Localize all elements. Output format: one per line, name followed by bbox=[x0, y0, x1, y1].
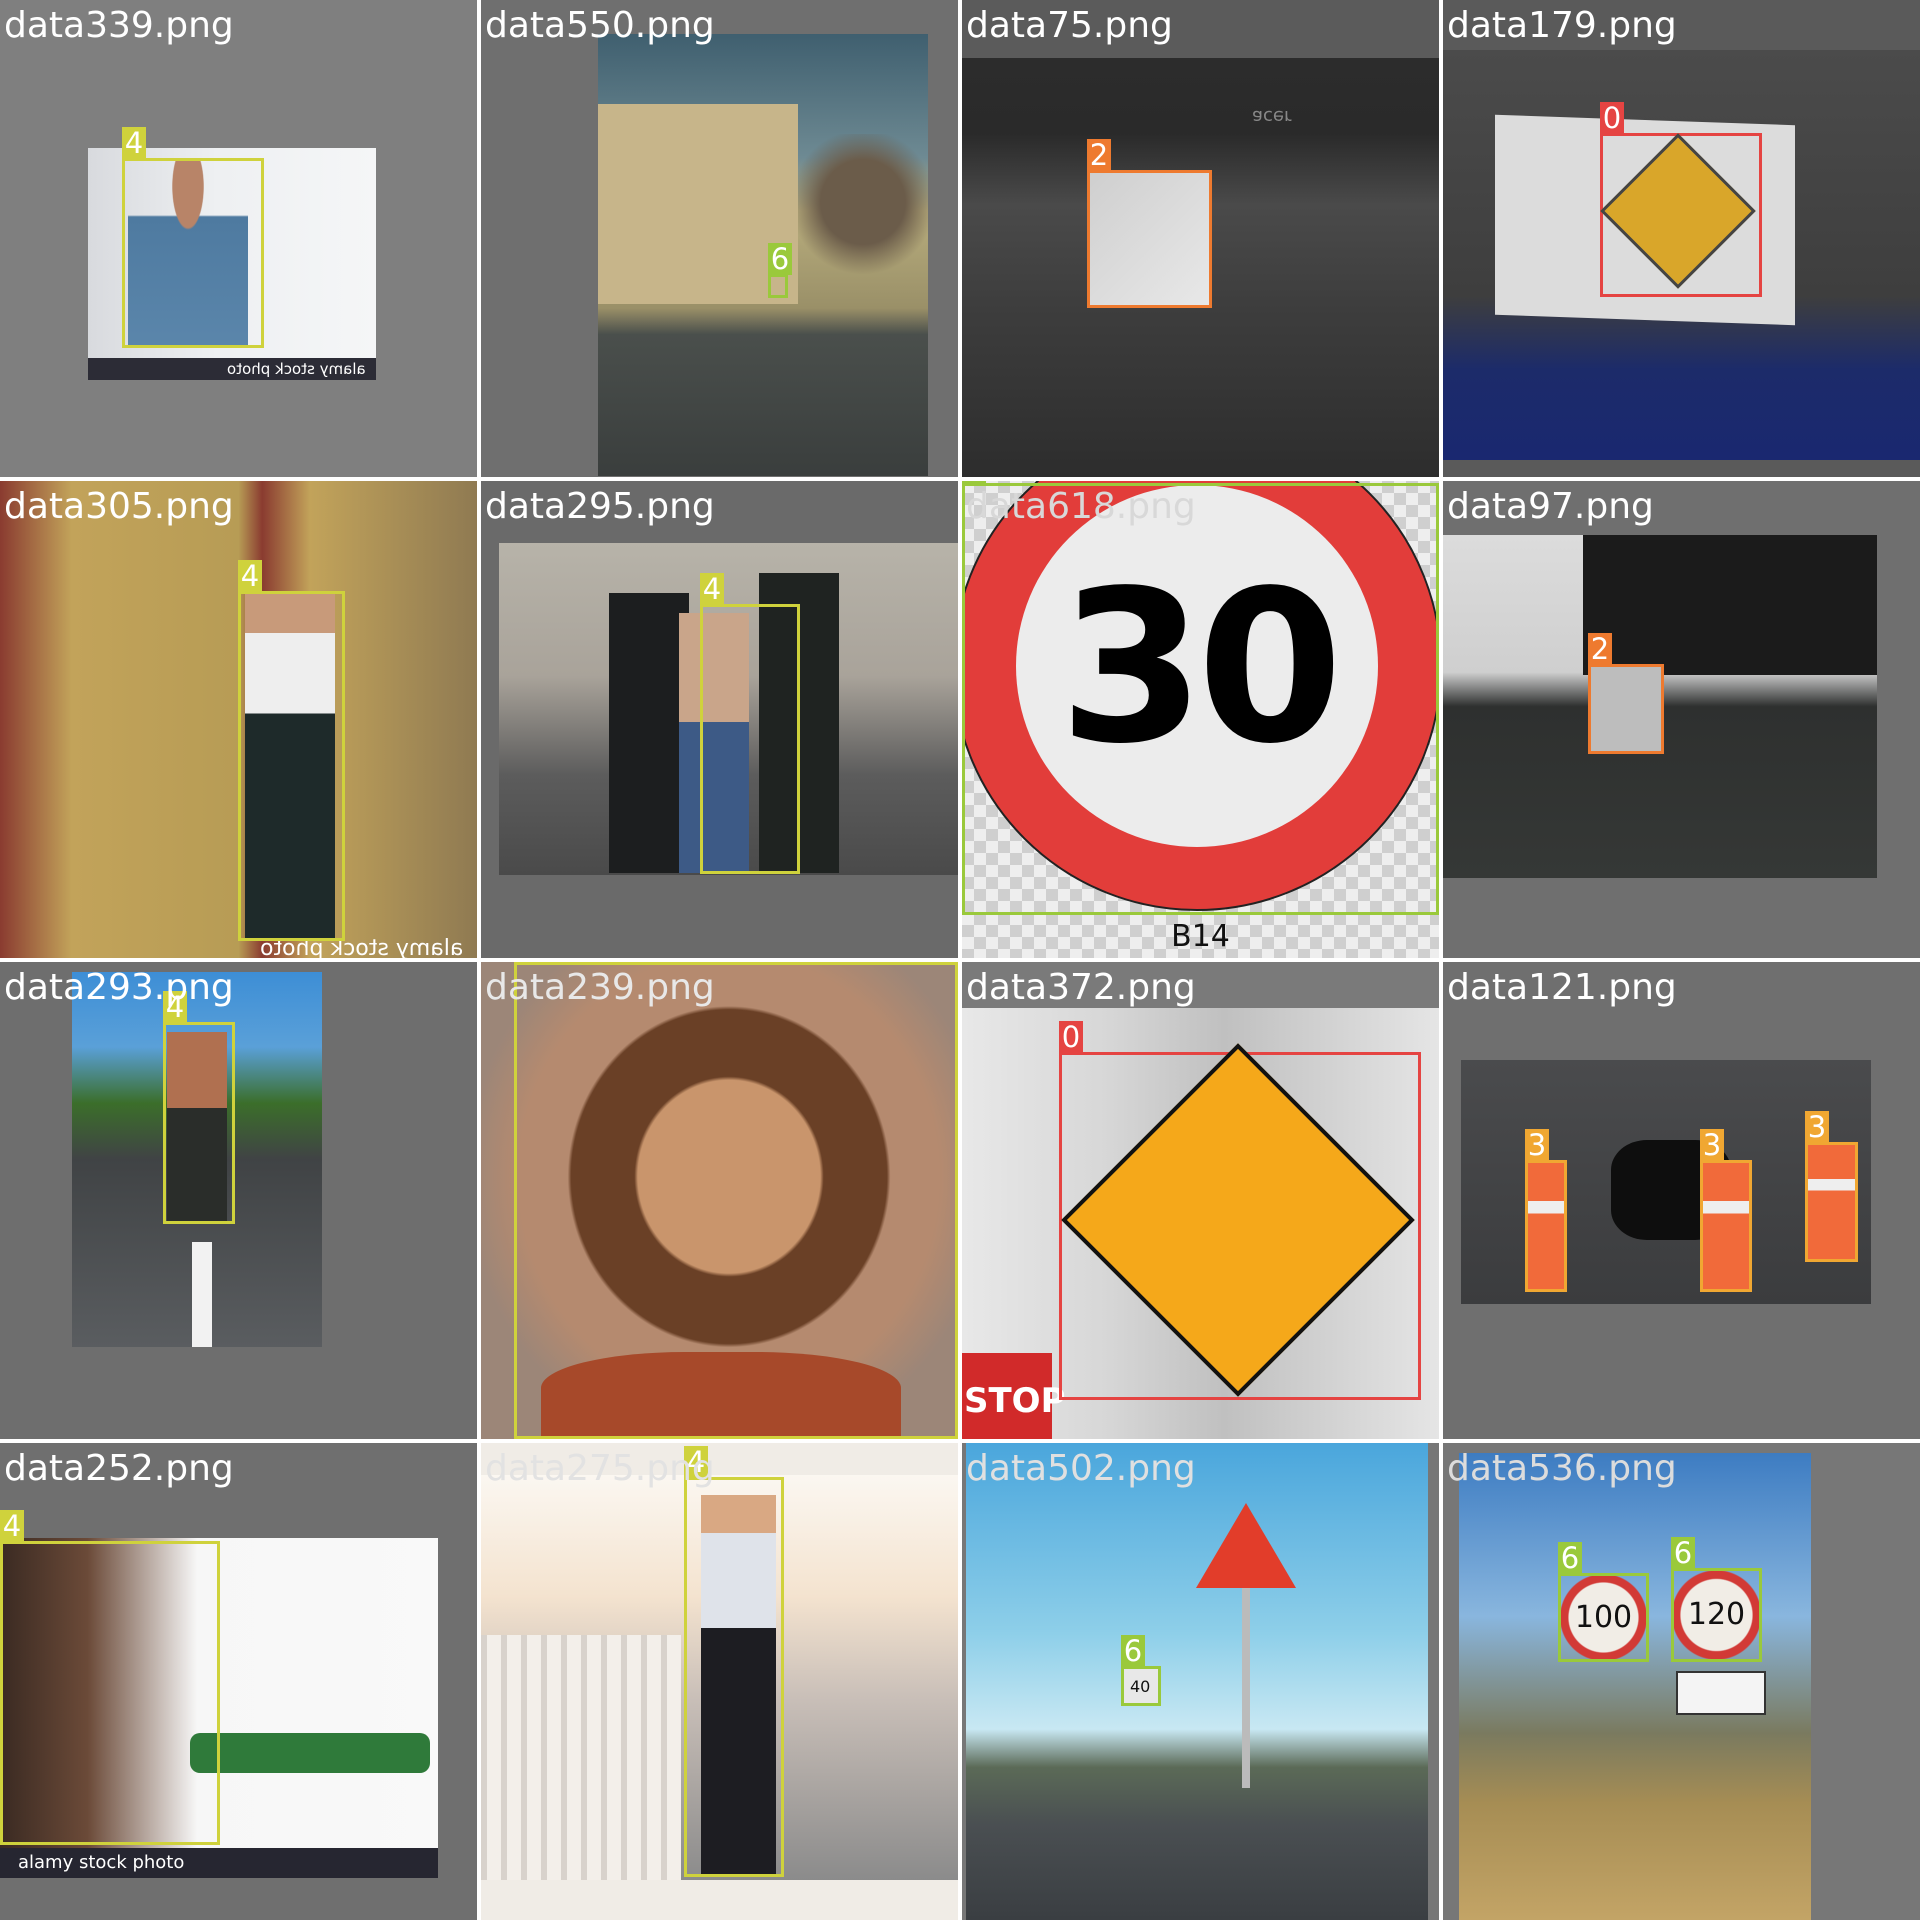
detection-box: 2 bbox=[1087, 139, 1212, 308]
detection-box: 3 bbox=[1700, 1129, 1752, 1292]
tile-filename: data305.png bbox=[4, 486, 234, 527]
detection-box: 6 bbox=[962, 481, 1439, 915]
tile-photo bbox=[966, 1443, 1428, 1920]
detection-box: 4 bbox=[0, 1510, 220, 1845]
detection-label: 3 bbox=[1805, 1111, 1829, 1143]
detection-box: 4 bbox=[122, 127, 264, 348]
officer-figure bbox=[609, 593, 689, 873]
tile-filename: data75.png bbox=[966, 5, 1173, 46]
tile-filename: data550.png bbox=[485, 5, 715, 46]
detection-box: 6 100 bbox=[1558, 1542, 1649, 1662]
warning-triangle-icon bbox=[1196, 1503, 1296, 1588]
brand-text: acer bbox=[1252, 106, 1292, 127]
detection-label: 3 bbox=[1700, 1129, 1724, 1161]
tile-data550: 6 data550.png bbox=[481, 0, 958, 477]
tile-data339: alamy stock photo 4 data339.png bbox=[0, 0, 477, 477]
detection-box: 4 bbox=[163, 991, 235, 1224]
stop-text: STOP bbox=[964, 1381, 1066, 1421]
tile-filename: data97.png bbox=[1447, 486, 1654, 527]
stop-sign-icon: STOP bbox=[962, 1353, 1066, 1439]
tile-data252: alamy stock photo 4 data252.png bbox=[0, 1443, 477, 1920]
tile-photo bbox=[598, 34, 928, 476]
tile-data295: 4 data295.png bbox=[481, 481, 958, 958]
tile-data502: 6 40 data502.png bbox=[962, 1443, 1439, 1920]
tile-filename: data372.png bbox=[966, 967, 1196, 1008]
detection-label: 4 bbox=[514, 962, 538, 965]
detection-label: 3 bbox=[1525, 1129, 1549, 1161]
monitor bbox=[1583, 535, 1877, 675]
sign-pole bbox=[1242, 1588, 1250, 1788]
tile-filename: data275.png bbox=[485, 1448, 715, 1489]
tile-filename: data339.png bbox=[4, 5, 234, 46]
detection-label: 0 bbox=[1600, 102, 1624, 134]
detection-box: 4 bbox=[700, 573, 800, 874]
tile-photo bbox=[1459, 1453, 1811, 1920]
detection-box: 6 bbox=[768, 243, 792, 298]
grid-line bbox=[0, 477, 1920, 481]
tree bbox=[798, 134, 928, 304]
detection-mosaic: alamy stock photo 4 data339.png 6 data55… bbox=[0, 0, 1920, 1920]
detection-label: 6 bbox=[768, 243, 792, 275]
tile-filename: data252.png bbox=[4, 1448, 234, 1489]
detection-label: 2 bbox=[1087, 139, 1111, 171]
watermark-text: alamy stock photo bbox=[227, 360, 366, 378]
sign-number: 120 bbox=[1687, 1597, 1746, 1632]
detection-box: 3 bbox=[1525, 1129, 1567, 1292]
tile-filename: data293.png bbox=[4, 967, 234, 1008]
watermark-bar: alamy stock photo bbox=[0, 1848, 438, 1878]
sign-number: 100 bbox=[1574, 1600, 1633, 1635]
tile-data179: 0 data179.png bbox=[1443, 0, 1920, 477]
tile-data239: 4 data239.png bbox=[481, 962, 958, 1439]
detection-label: 4 bbox=[122, 127, 146, 159]
tile-data121: 3 3 3 data121.png bbox=[1443, 962, 1920, 1439]
detection-box: 6 40 bbox=[1121, 1635, 1161, 1706]
detection-label: 6 bbox=[1121, 1635, 1145, 1667]
bottle bbox=[190, 1733, 430, 1773]
detection-label: 2 bbox=[1588, 633, 1612, 665]
detection-box: 0 bbox=[1600, 102, 1762, 297]
detection-label: 6 bbox=[1671, 1537, 1695, 1569]
tile-data305: alamy stock photo 4 data305.png bbox=[0, 481, 477, 958]
detection-label: 0 bbox=[1059, 1021, 1083, 1053]
sign-number: 40 bbox=[1130, 1677, 1151, 1696]
tile-data75: acer 2 data75.png bbox=[962, 0, 1439, 477]
railing bbox=[481, 1635, 681, 1880]
detection-box: 6 120 bbox=[1671, 1537, 1762, 1662]
tile-data97: 2 data97.png bbox=[1443, 481, 1920, 958]
curve-right-sign-icon bbox=[1600, 133, 1756, 289]
detection-box: 4 bbox=[514, 962, 958, 1439]
sign-caption: B14 bbox=[1171, 919, 1230, 954]
tile-data536: 6 100 6 120 data536.png bbox=[1443, 1443, 1920, 1920]
detection-box: 3 bbox=[1805, 1111, 1858, 1262]
tile-filename: data179.png bbox=[1447, 5, 1677, 46]
detection-box: 4 bbox=[684, 1446, 784, 1877]
vehicle-plate-sign bbox=[1676, 1671, 1766, 1715]
tile-filename: data295.png bbox=[485, 486, 715, 527]
tile-data293: 4 data293.png bbox=[0, 962, 477, 1439]
grid-line bbox=[0, 958, 1920, 962]
tile-filename: data502.png bbox=[966, 1448, 1196, 1489]
tile-data372: STOP 0 data372.png bbox=[962, 962, 1439, 1439]
turn-left-sign-icon bbox=[1061, 1043, 1415, 1397]
detection-box: 4 bbox=[238, 560, 345, 941]
detection-label: 4 bbox=[700, 573, 724, 605]
detection-box: 2 bbox=[1588, 633, 1664, 754]
grid-line bbox=[0, 1439, 1920, 1443]
tile-filename: data536.png bbox=[1447, 1448, 1677, 1489]
detection-label: 4 bbox=[0, 1510, 24, 1542]
tile-filename: data121.png bbox=[1447, 967, 1677, 1008]
tile-filename: data618.png bbox=[966, 486, 1196, 527]
watermark-text: alamy stock photo bbox=[18, 1852, 185, 1873]
detection-label: 4 bbox=[238, 560, 262, 592]
tile-data618: 30 B14 6 data618.png bbox=[962, 481, 1439, 958]
tile-data275: 4 data275.png bbox=[481, 1443, 958, 1920]
detection-box: 0 bbox=[1059, 1021, 1421, 1400]
tile-filename: data239.png bbox=[485, 967, 715, 1008]
road-line bbox=[192, 1242, 212, 1347]
detection-label: 6 bbox=[1558, 1542, 1582, 1574]
watermark-bar: alamy stock photo bbox=[88, 358, 376, 380]
